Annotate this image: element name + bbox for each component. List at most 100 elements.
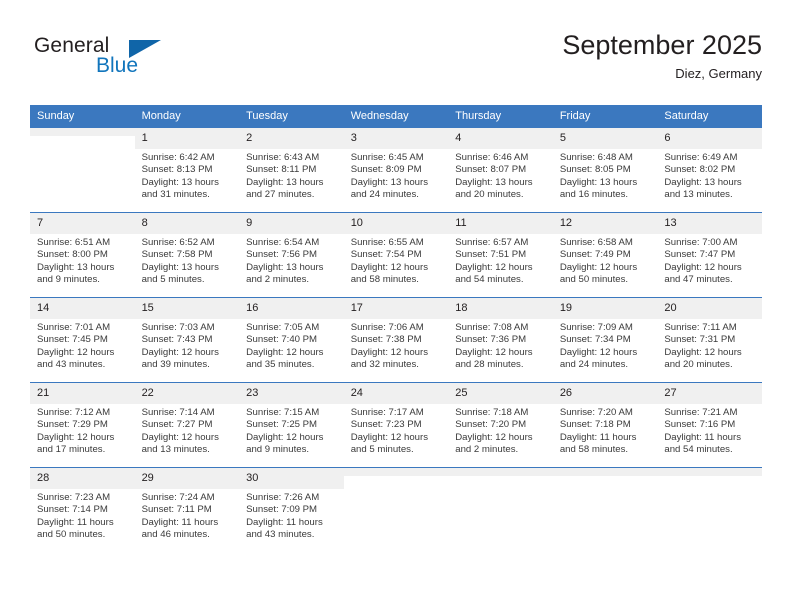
daylight-text-line1: Daylight: 12 hours <box>664 261 742 273</box>
title-block: September 2025 Diez, Germany <box>562 28 762 84</box>
calendar-day-cell[interactable]: 2 Sunrise: 6:43 AM Sunset: 8:11 PM Daylight… <box>239 128 344 213</box>
day-29: 29 Sunrise: 7:24 AM Sunset: 7:11 PM Dayligh… <box>134 468 240 552</box>
calendar-day-cell[interactable]: 3 Sunrise: 6:45 AM Sunset: 8:09 PM Daylight… <box>343 128 449 213</box>
calendar-day-cell[interactable]: 16 Sunrise: 7:05 AM Sunset: 7:40 PM Dayligh… <box>239 297 344 383</box>
day-number: 23 <box>239 383 344 404</box>
sunset-text: Sunset: 7:09 PM <box>246 504 318 516</box>
calendar-day-cell[interactable]: 8 Sunrise: 6:52 AM Sunset: 7:58 PM Daylight… <box>134 212 240 298</box>
calendar-day-cell[interactable]: 30 Sunrise: 7:26 AM Sunset: 7:09 PM Dayligh… <box>239 467 344 552</box>
day-number: 8 <box>134 213 240 234</box>
calendar-day-cell[interactable]: 14 Sunrise: 7:01 AM Sunset: 7:45 PM Dayligh… <box>30 297 135 383</box>
daylight-text-line1: Daylight: 12 hours <box>246 346 324 358</box>
sunrise-text: Sunrise: 7:26 AM <box>246 492 320 503</box>
daylight-text-line1: Daylight: 12 hours <box>37 346 115 358</box>
day-number: 19 <box>552 298 658 319</box>
sunrise-text: Sunrise: 7:11 AM <box>664 322 737 333</box>
daylight-text-line2: and 24 minutes. <box>559 358 629 370</box>
day-19: 19 Sunrise: 7:09 AM Sunset: 7:34 PM Dayligh… <box>552 298 658 382</box>
daylight-text-line2: and 28 minutes. <box>455 358 524 370</box>
day-number: 7 <box>30 213 135 234</box>
daylight-text-line1: Daylight: 12 hours <box>664 346 742 358</box>
day-20: 20 Sunrise: 7:11 AM Sunset: 7:31 PM Dayligh… <box>657 298 762 382</box>
calendar-day-cell[interactable]: 7 Sunrise: 6:51 AM Sunset: 8:00 PM Daylight… <box>30 212 135 298</box>
day-number <box>657 468 762 476</box>
daylight-text-line1: Daylight: 12 hours <box>455 346 533 358</box>
sunrise-text: Sunrise: 6:48 AM <box>559 152 633 163</box>
day-number: 15 <box>134 298 240 319</box>
day-number: 20 <box>657 298 762 319</box>
calendar-day-cell[interactable]: 29 Sunrise: 7:24 AM Sunset: 7:11 PM Dayligh… <box>134 467 240 552</box>
sunrise-text: Sunrise: 7:06 AM <box>350 322 424 333</box>
sunset-text: Sunset: 7:51 PM <box>455 249 527 261</box>
day-3: 3 Sunrise: 6:45 AM Sunset: 8:09 PM Daylight… <box>343 128 449 212</box>
calendar-day-cell[interactable]: 19 Sunrise: 7:09 AM Sunset: 7:34 PM Dayligh… <box>552 297 658 383</box>
calendar-day-cell[interactable]: 27 Sunrise: 7:21 AM Sunset: 7:16 PM Dayligh… <box>657 382 762 468</box>
daylight-text-line2: and 50 minutes. <box>37 528 106 540</box>
day-16: 16 Sunrise: 7:05 AM Sunset: 7:40 PM Dayligh… <box>239 298 344 382</box>
calendar-day-cell[interactable]: 12 Sunrise: 6:58 AM Sunset: 7:49 PM Dayligh… <box>552 212 658 298</box>
empty-day <box>343 468 449 552</box>
calendar-day-cell[interactable]: 10 Sunrise: 6:55 AM Sunset: 7:54 PM Dayligh… <box>343 212 449 298</box>
day-2: 2 Sunrise: 6:43 AM Sunset: 8:11 PM Daylight… <box>239 128 344 212</box>
daylight-text-line1: Daylight: 11 hours <box>141 516 219 528</box>
day-18: 18 Sunrise: 7:08 AM Sunset: 7:36 PM Dayligh… <box>448 298 553 382</box>
calendar-day-cell[interactable]: 28 Sunrise: 7:23 AM Sunset: 7:14 PM Dayligh… <box>30 467 135 552</box>
calendar-day-cell[interactable]: 26 Sunrise: 7:20 AM Sunset: 7:18 PM Dayligh… <box>552 382 658 468</box>
calendar-day-cell[interactable]: 11 Sunrise: 6:57 AM Sunset: 7:51 PM Dayligh… <box>448 212 553 298</box>
day-number: 12 <box>552 213 658 234</box>
calendar-body: 1 Sunrise: 6:42 AM Sunset: 8:13 PM Daylight… <box>30 128 762 552</box>
calendar-day-cell[interactable]: 24 Sunrise: 7:17 AM Sunset: 7:23 PM Dayligh… <box>343 382 449 468</box>
day-details: Sunrise: 7:14 AM Sunset: 7:27 PM Daylight:… <box>135 404 240 462</box>
sunset-text: Sunset: 7:47 PM <box>664 249 736 261</box>
daylight-text-line1: Daylight: 11 hours <box>559 431 637 443</box>
daylight-text-line1: Daylight: 12 hours <box>559 261 638 273</box>
day-details: Sunrise: 6:54 AM Sunset: 7:56 PM Daylight:… <box>239 234 344 292</box>
daylight-text-line2: and 13 minutes. <box>141 443 210 455</box>
calendar-day-cell[interactable]: 13 Sunrise: 7:00 AM Sunset: 7:47 PM Dayligh… <box>657 212 762 298</box>
sunrise-text: Sunrise: 7:14 AM <box>141 407 215 418</box>
sunset-text: Sunset: 8:09 PM <box>350 164 422 176</box>
calendar-day-cell[interactable]: 6 Sunrise: 6:49 AM Sunset: 8:02 PM Daylight… <box>657 128 762 213</box>
daylight-text-line2: and 9 minutes. <box>37 273 100 285</box>
sunset-text: Sunset: 7:25 PM <box>246 419 318 431</box>
day-details: Sunrise: 7:09 AM Sunset: 7:34 PM Daylight:… <box>553 319 658 377</box>
day-13: 13 Sunrise: 7:00 AM Sunset: 7:47 PM Dayligh… <box>657 213 762 297</box>
calendar-day-cell[interactable]: 20 Sunrise: 7:11 AM Sunset: 7:31 PM Dayligh… <box>657 297 762 383</box>
sunrise-text: Sunrise: 7:21 AM <box>664 407 738 418</box>
weekday-header-tuesday: Tuesday <box>239 105 344 128</box>
day-number: 1 <box>134 128 240 149</box>
daylight-text-line1: Daylight: 13 hours <box>141 176 219 188</box>
calendar-day-cell[interactable]: 5 Sunrise: 6:48 AM Sunset: 8:05 PM Daylight… <box>552 128 658 213</box>
calendar-day-cell[interactable]: 15 Sunrise: 7:03 AM Sunset: 7:43 PM Dayligh… <box>134 297 240 383</box>
sunrise-text: Sunrise: 6:54 AM <box>246 237 320 248</box>
day-11: 11 Sunrise: 6:57 AM Sunset: 7:51 PM Dayligh… <box>448 213 553 297</box>
calendar-day-cell[interactable]: 21 Sunrise: 7:12 AM Sunset: 7:29 PM Dayligh… <box>30 382 135 468</box>
calendar-day-cell[interactable]: 9 Sunrise: 6:54 AM Sunset: 7:56 PM Daylight… <box>239 212 344 298</box>
daylight-text-line1: Daylight: 12 hours <box>559 346 638 358</box>
sunset-text: Sunset: 7:36 PM <box>455 334 527 346</box>
day-number: 5 <box>552 128 658 149</box>
daylight-text-line1: Daylight: 11 hours <box>37 516 114 528</box>
day-number <box>552 468 658 476</box>
calendar-day-cell[interactable]: 18 Sunrise: 7:08 AM Sunset: 7:36 PM Dayligh… <box>448 297 553 383</box>
calendar-day-cell[interactable]: 1 Sunrise: 6:42 AM Sunset: 8:13 PM Daylight… <box>134 128 240 213</box>
daylight-text-line2: and 43 minutes. <box>246 528 315 540</box>
day-details: Sunrise: 6:58 AM Sunset: 7:49 PM Daylight:… <box>553 234 658 292</box>
daylight-text-line2: and 54 minutes. <box>455 273 524 285</box>
general-blue-logo[interactable]: General Blue <box>34 34 204 90</box>
day-15: 15 Sunrise: 7:03 AM Sunset: 7:43 PM Dayligh… <box>134 298 240 382</box>
sunset-text: Sunset: 7:11 PM <box>141 504 212 516</box>
calendar-day-cell <box>343 467 449 552</box>
calendar-day-cell[interactable]: 17 Sunrise: 7:06 AM Sunset: 7:38 PM Dayligh… <box>343 297 449 383</box>
calendar-day-cell[interactable]: 22 Sunrise: 7:14 AM Sunset: 7:27 PM Dayligh… <box>134 382 240 468</box>
calendar-week-row: 14 Sunrise: 7:01 AM Sunset: 7:45 PM Dayligh… <box>30 297 762 383</box>
daylight-text-line2: and 24 minutes. <box>350 188 419 200</box>
calendar-day-cell[interactable]: 4 Sunrise: 6:46 AM Sunset: 8:07 PM Daylight… <box>448 128 553 213</box>
daylight-text-line1: Daylight: 13 hours <box>246 261 324 273</box>
day-details: Sunrise: 6:49 AM Sunset: 8:02 PM Daylight:… <box>657 149 762 207</box>
calendar-day-cell[interactable]: 25 Sunrise: 7:18 AM Sunset: 7:20 PM Dayligh… <box>448 382 553 468</box>
daylight-text-line2: and 2 minutes. <box>455 443 519 455</box>
day-30: 30 Sunrise: 7:26 AM Sunset: 7:09 PM Dayligh… <box>239 468 344 552</box>
calendar-day-cell[interactable]: 23 Sunrise: 7:15 AM Sunset: 7:25 PM Dayligh… <box>239 382 344 468</box>
sunset-text: Sunset: 7:56 PM <box>246 249 318 261</box>
